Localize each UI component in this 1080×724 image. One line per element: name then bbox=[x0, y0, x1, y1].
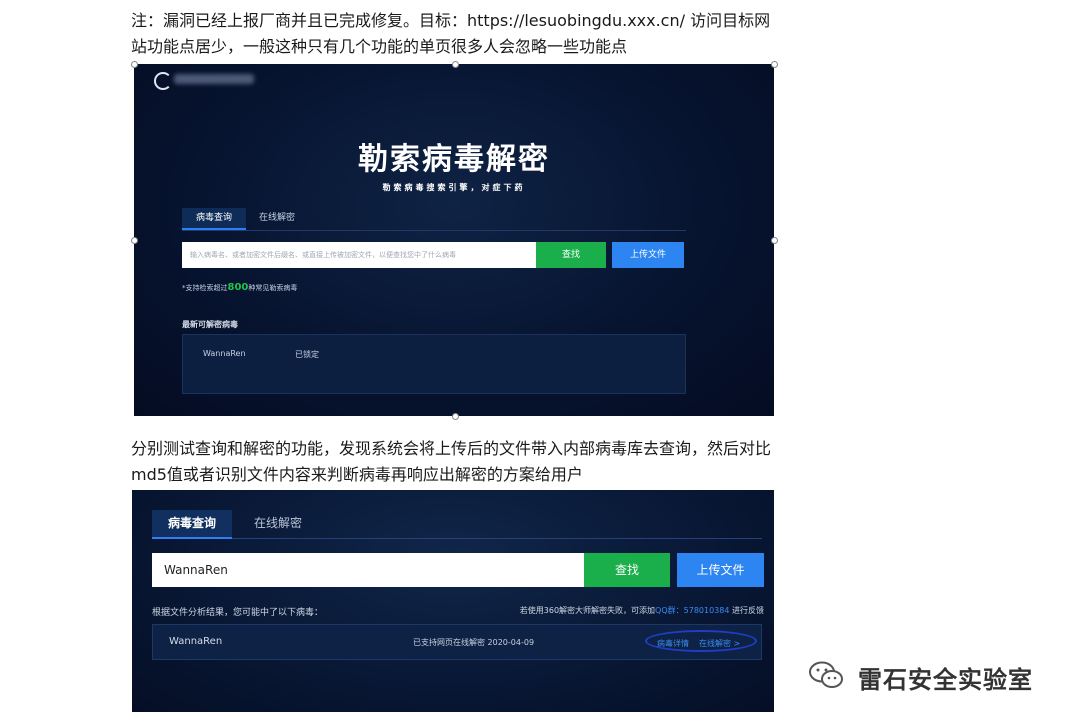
result-status: 已支持网页在线解密 2020-04-09 bbox=[413, 638, 535, 647]
support-suffix: 种常见勒索病毒 bbox=[248, 284, 298, 292]
resize-handle bbox=[131, 237, 138, 244]
wechat-icon bbox=[809, 661, 843, 688]
screenshot-homepage: 勒索病毒解密 勒索病毒搜索引擎，对症下药 病毒查询 在线解密 输入病毒名、或者加… bbox=[134, 64, 774, 416]
resize-handle bbox=[771, 61, 778, 68]
hero-title: 勒索病毒解密 bbox=[358, 142, 550, 177]
tab-online-decrypt[interactable]: 在线解密 bbox=[252, 208, 302, 228]
article-paragraph-1: 注：漏洞已经上报厂商并且已完成修复。目标：https://lesuobingdu… bbox=[131, 11, 771, 56]
search-input[interactable]: 输入病毒名、或者加密文件后缀名、或直接上传被加密文件，以便查找您中了什么病毒 bbox=[182, 242, 536, 268]
online-decrypt-link[interactable]: 在线解密 > bbox=[699, 638, 740, 649]
resize-handle bbox=[771, 237, 778, 244]
site-logo-blurred bbox=[174, 74, 254, 84]
resize-handle bbox=[452, 413, 459, 420]
tab-virus-query[interactable]: 病毒查询 bbox=[152, 510, 232, 539]
virus-detail-link[interactable]: 病毒详情 bbox=[657, 638, 689, 649]
upload-button[interactable]: 上传文件 bbox=[612, 242, 684, 268]
support-count: 800 bbox=[227, 282, 249, 293]
table-row: WannaRen 已支持网页在线解密 2020-04-09 病毒详情 在线解密 … bbox=[152, 624, 762, 660]
search-input[interactable]: WannaRen bbox=[152, 553, 584, 587]
support-prefix: *支持检索超过 bbox=[182, 284, 228, 292]
feedback-prefix: 若使用360解密大师解密失败，可添加 bbox=[519, 606, 656, 615]
latest-decryptable-list: WannaRen 已锁定 bbox=[182, 334, 686, 394]
resize-handle bbox=[452, 61, 459, 68]
resize-handle bbox=[131, 61, 138, 68]
analysis-result-text: 根据文件分析结果，您可能中了以下病毒： bbox=[152, 608, 324, 618]
watermark-text: 雷石安全实验室 bbox=[858, 666, 1033, 694]
list-item-name[interactable]: WannaRen bbox=[203, 349, 246, 358]
support-note: *支持检索超过800种常见勒索病毒 bbox=[182, 282, 297, 293]
tab-online-decrypt[interactable]: 在线解密 bbox=[248, 510, 308, 537]
result-virus-name: WannaRen bbox=[169, 636, 223, 647]
feedback-suffix: 进行反馈 bbox=[732, 606, 764, 615]
tab-bar: 病毒查询 在线解密 bbox=[152, 510, 762, 539]
tab-bar: 病毒查询 在线解密 bbox=[182, 208, 686, 231]
watermark: 雷石安全实验室 bbox=[808, 656, 1078, 696]
find-button[interactable]: 查找 bbox=[584, 553, 670, 587]
highlight-circle: 病毒详情 在线解密 > bbox=[645, 630, 757, 652]
tab-virus-query[interactable]: 病毒查询 bbox=[182, 208, 246, 230]
article-paragraph-2: 分别测试查询和解密的功能，发现系统会将上传后的文件带入内部病毒库去查询，然后对比… bbox=[131, 439, 772, 484]
hero-subtitle: 勒索病毒搜索引擎，对症下药 bbox=[382, 183, 526, 192]
site-logo-icon bbox=[154, 72, 172, 90]
latest-decryptable-label: 最新可解密病毒 bbox=[182, 320, 238, 329]
find-button[interactable]: 查找 bbox=[536, 242, 606, 268]
feedback-note: 若使用360解密大师解密失败，可添加QQ群：578010384 进行反馈 bbox=[520, 605, 764, 616]
qq-group-link[interactable]: QQ群：578010384 bbox=[655, 606, 729, 615]
list-item-status: 已锁定 bbox=[295, 350, 319, 359]
upload-button[interactable]: 上传文件 bbox=[677, 553, 764, 587]
screenshot-query-result: 病毒查询 在线解密 WannaRen 查找 上传文件 根据文件分析结果，您可能中… bbox=[132, 490, 774, 712]
